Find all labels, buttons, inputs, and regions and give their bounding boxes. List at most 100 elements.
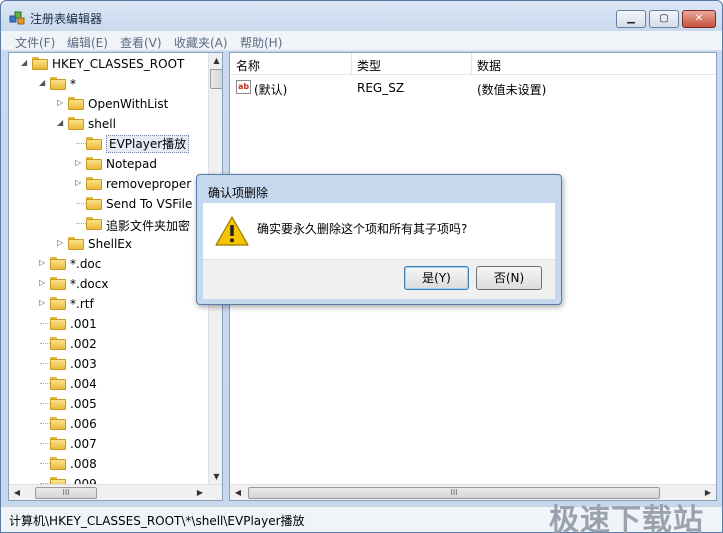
tree-item[interactable]: .004	[9, 374, 207, 394]
dialog-button-bar: 是(Y) 否(N)	[203, 259, 555, 299]
warning-icon	[215, 216, 249, 246]
tree-connector	[76, 143, 86, 144]
expand-icon[interactable]: ▷	[57, 238, 66, 247]
expand-icon[interactable]: ▷	[39, 258, 48, 267]
tree-item[interactable]: ▷ ShellEx	[9, 234, 207, 254]
folder-icon	[86, 196, 102, 210]
minimize-icon: ▁	[627, 13, 635, 24]
tree-item[interactable]: ▷ *.doc	[9, 254, 207, 274]
tree-item[interactable]: ▷ *.rtf	[9, 294, 207, 314]
scroll-left-icon[interactable]: ◀	[9, 485, 25, 500]
tree-item[interactable]: .008	[9, 454, 207, 474]
tree-item-label: *	[70, 77, 76, 91]
tree-item-label: .001	[70, 317, 97, 331]
scroll-right-icon[interactable]: ▶	[192, 485, 208, 500]
tree-item-label: .008	[70, 457, 97, 471]
folder-icon	[50, 396, 66, 410]
collapse-icon[interactable]: ◢	[57, 118, 66, 127]
expand-icon[interactable]: ▷	[75, 178, 84, 187]
column-name[interactable]: 名称	[236, 57, 260, 74]
tree-item[interactable]: EVPlayer播放	[9, 134, 207, 154]
expand-icon[interactable]: ▷	[57, 98, 66, 107]
window-title: 注册表编辑器	[30, 12, 103, 26]
list-column-header: 名称 类型 数据	[230, 53, 716, 75]
tree-connector	[40, 323, 50, 324]
expand-icon[interactable]: ▷	[39, 298, 48, 307]
tree-connector	[40, 403, 50, 404]
menu-view[interactable]: 查看(V)	[120, 34, 162, 51]
tree-hscroll-thumb[interactable]: III	[35, 487, 97, 499]
value-name: (默认)	[254, 83, 288, 97]
folder-icon	[50, 416, 66, 430]
tree-item[interactable]: ◢ *	[9, 74, 207, 94]
tree-item[interactable]: Send To VSFile	[9, 194, 207, 214]
folder-icon	[50, 356, 66, 370]
tree-item[interactable]: .002	[9, 334, 207, 354]
tree-item-label: .007	[70, 437, 97, 451]
yes-button[interactable]: 是(Y)	[404, 266, 469, 290]
collapse-icon[interactable]: ◢	[39, 78, 48, 87]
tree-item[interactable]: .003	[9, 354, 207, 374]
menu-favorites[interactable]: 收藏夹(A)	[174, 34, 228, 51]
current-key-path: 计算机\HKEY_CLASSES_ROOT\*\shell\EVPlayer播放	[9, 514, 305, 528]
tree-item-label: .005	[70, 397, 97, 411]
column-type[interactable]: 类型	[357, 57, 381, 74]
tree-item[interactable]: ▷ Notepad	[9, 154, 207, 174]
close-button[interactable]: ✕	[682, 10, 716, 28]
tree-item-label: HKEY_CLASSES_ROOT	[52, 57, 185, 71]
tree-item[interactable]: .005	[9, 394, 207, 414]
column-data[interactable]: 数据	[477, 57, 501, 74]
dialog-body: 确实要永久删除这个项和所有其子项吗?	[203, 203, 555, 259]
menu-edit[interactable]: 编辑(E)	[67, 34, 108, 51]
registry-key-tree[interactable]: ◢ HKEY_CLASSES_ROOT ◢ * ▷ OpenWithList ◢ shell E…	[8, 52, 223, 501]
tree-item[interactable]: ◢ HKEY_CLASSES_ROOT	[9, 54, 207, 74]
tree-item-label: OpenWithList	[88, 97, 169, 111]
menu-help[interactable]: 帮助(H)	[240, 34, 282, 51]
tree-item-label: *.doc	[70, 257, 102, 271]
tree-item-label: .004	[70, 377, 97, 391]
tree-item[interactable]: ◢ shell	[9, 114, 207, 134]
maximize-icon: ▢	[659, 13, 669, 24]
folder-icon	[68, 96, 84, 110]
collapse-icon[interactable]: ◢	[21, 58, 30, 67]
folder-icon	[68, 236, 84, 250]
no-button[interactable]: 否(N)	[476, 266, 542, 290]
tree-item-label: 追影文件夹加密	[106, 219, 191, 233]
tree-item[interactable]: .006	[9, 414, 207, 434]
tree-connector	[40, 363, 50, 364]
expand-icon[interactable]: ▷	[75, 158, 84, 167]
title-bar[interactable]: 注册表编辑器 ▁ ▢ ✕	[1, 1, 722, 31]
folder-icon	[50, 336, 66, 350]
confirm-delete-dialog: 确认项删除 确实要永久删除这个项和所有其子项吗? 是(Y) 否(N)	[196, 174, 562, 305]
column-divider[interactable]	[471, 53, 472, 75]
close-icon: ✕	[694, 13, 704, 24]
scroll-left-icon[interactable]: ◀	[230, 485, 246, 500]
tree-item[interactable]: ▷ OpenWithList	[9, 94, 207, 114]
tree-item[interactable]: .001	[9, 314, 207, 334]
maximize-button[interactable]: ▢	[649, 10, 679, 28]
tree-connector	[40, 423, 50, 424]
folder-icon	[50, 436, 66, 450]
tree-vscroll-thumb[interactable]	[210, 69, 222, 89]
scroll-up-icon[interactable]: ▲	[209, 53, 222, 68]
tree-item[interactable]: 追影文件夹加密	[9, 214, 207, 234]
folder-icon	[50, 76, 66, 90]
folder-icon	[50, 276, 66, 290]
expand-icon[interactable]: ▷	[39, 278, 48, 287]
tree-item[interactable]: ▷ *.docx	[9, 274, 207, 294]
tree-item-label: .003	[70, 357, 97, 371]
tree-item[interactable]: ▷ removeproper	[9, 174, 207, 194]
tree-connector	[40, 443, 50, 444]
tree-item[interactable]: .007	[9, 434, 207, 454]
table-row[interactable]: ab (默认) REG_SZ (数值未设置)	[230, 77, 716, 97]
scroll-down-icon[interactable]: ▼	[209, 469, 222, 484]
folder-icon	[50, 456, 66, 470]
folder-icon	[50, 316, 66, 330]
tree-item-label: .002	[70, 337, 97, 351]
menu-file[interactable]: 文件(F)	[15, 34, 55, 51]
column-divider[interactable]	[351, 53, 352, 75]
tree-horizontal-scrollbar[interactable]: ◀ III ▶	[9, 484, 222, 500]
tree-item-label: *.rtf	[70, 297, 94, 311]
minimize-button[interactable]: ▁	[616, 10, 646, 28]
folder-icon	[86, 216, 102, 230]
